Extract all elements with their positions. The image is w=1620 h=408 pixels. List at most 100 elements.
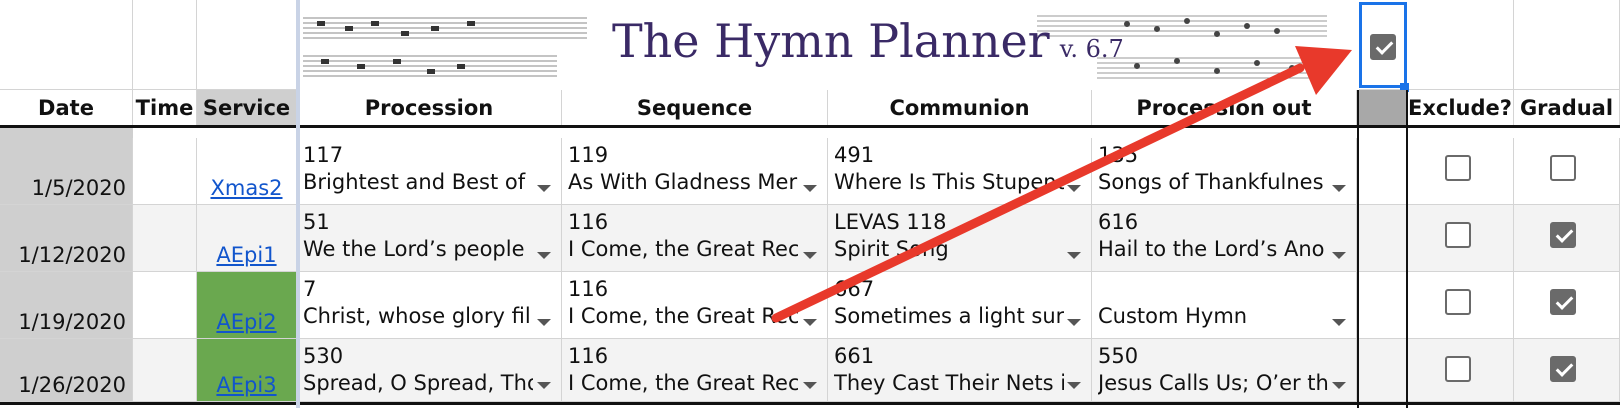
dropdown-caret-icon[interactable] — [537, 252, 551, 259]
exclude-checkbox[interactable] — [1445, 155, 1471, 181]
header-gradual[interactable]: Gradual — [1514, 90, 1620, 126]
hymn-dropdown-communion[interactable]: 667 Sometimes a light sur — [828, 272, 1092, 339]
header-date[interactable]: Date — [0, 90, 133, 126]
column-divider — [1406, 90, 1408, 408]
dropdown-caret-icon[interactable] — [1067, 319, 1081, 326]
hymn-dropdown-procession[interactable]: 51 We the Lord’s people — [297, 205, 562, 272]
dropdown-caret-icon[interactable] — [803, 382, 817, 389]
hymn-dropdown-procession-out[interactable]: 135 Songs of Thankfulnes — [1092, 138, 1357, 205]
header-communion[interactable]: Communion — [828, 90, 1092, 126]
hymn-dropdown-procession-out[interactable]: Custom Hymn — [1092, 272, 1357, 339]
hidden-columns-cell — [1357, 138, 1407, 205]
hymn-title: Spirit Song — [834, 237, 949, 261]
hymn-dropdown-communion[interactable]: 491 Where Is This Stupend — [828, 138, 1092, 205]
hymn-dropdown-sequence[interactable]: 116 I Come, the Great Rec — [562, 272, 828, 339]
hymn-number — [1098, 276, 1356, 302]
service-link[interactable]: AEpi2 — [216, 310, 276, 334]
date-cell[interactable]: 1/5/2020 — [0, 138, 133, 205]
empty-cell[interactable] — [133, 0, 197, 90]
hymn-dropdown-procession[interactable]: 117 Brightest and Best of — [297, 138, 562, 205]
sheet-music-left-image — [303, 17, 587, 77]
exclude-checkbox[interactable] — [1445, 356, 1471, 382]
exclude-checkbox[interactable] — [1445, 222, 1471, 248]
hymn-title: Spread, O Spread, Tho — [303, 371, 533, 395]
date-cell[interactable]: 1/26/2020 — [0, 339, 133, 402]
hymn-title: Where Is This Stupend — [834, 170, 1064, 194]
dropdown-caret-icon[interactable] — [803, 185, 817, 192]
hymn-dropdown-sequence[interactable]: 116 I Come, the Great Rec — [562, 339, 828, 402]
dropdown-caret-icon[interactable] — [1067, 185, 1081, 192]
dropdown-caret-icon[interactable] — [1067, 382, 1081, 389]
hymn-title: We the Lord’s people — [303, 237, 525, 261]
hymn-number: 135 — [1098, 143, 1139, 167]
header-procession[interactable]: Procession — [297, 90, 562, 126]
hymn-number: 491 — [834, 143, 875, 167]
hymn-number: 616 — [1098, 210, 1139, 234]
hymn-dropdown-communion[interactable]: LEVAS 118 Spirit Song — [828, 205, 1092, 272]
dropdown-caret-icon[interactable] — [1332, 382, 1346, 389]
header-exclude[interactable]: Exclude? — [1407, 90, 1514, 126]
time-cell[interactable] — [133, 138, 197, 205]
hymn-title: Songs of Thankfulnes — [1098, 170, 1324, 194]
dropdown-caret-icon[interactable] — [1332, 252, 1346, 259]
hymn-dropdown-communion[interactable]: 661 They Cast Their Nets i — [828, 339, 1092, 402]
date-cell[interactable]: 1/12/2020 — [0, 205, 133, 272]
service-link[interactable]: AEpi1 — [216, 243, 276, 267]
service-cell[interactable]: AEpi1 — [197, 205, 297, 272]
service-link[interactable]: Xmas2 — [210, 176, 282, 200]
hymn-title: I Come, the Great Rec — [568, 237, 798, 261]
hidden-columns-cell — [1357, 272, 1407, 339]
service-cell[interactable]: Xmas2 — [197, 138, 297, 205]
hymn-dropdown-procession-out[interactable]: 550 Jesus Calls Us; O’er th — [1092, 339, 1357, 402]
column-divider — [1357, 90, 1359, 408]
hymn-dropdown-sequence[interactable]: 116 I Come, the Great Rec — [562, 205, 828, 272]
header-sequence[interactable]: Sequence — [562, 90, 828, 126]
bottom-border — [0, 402, 1620, 405]
header-time[interactable]: Time — [133, 90, 197, 126]
hymn-number: 116 — [568, 344, 609, 368]
gradual-checkbox[interactable] — [1550, 155, 1576, 181]
time-cell[interactable] — [133, 339, 197, 402]
hymn-dropdown-sequence[interactable]: 119 As With Gladness Mer — [562, 138, 828, 205]
app-title: The Hymn Planner v. 6.7 — [612, 14, 1124, 68]
dropdown-caret-icon[interactable] — [1332, 319, 1346, 326]
dropdown-caret-icon[interactable] — [537, 185, 551, 192]
header-procession-out[interactable]: Procession out — [1092, 90, 1357, 126]
hymn-number: LEVAS 118 — [834, 210, 947, 234]
banner-checkbox[interactable] — [1370, 34, 1396, 60]
date-cell[interactable]: 1/19/2020 — [0, 272, 133, 339]
dropdown-caret-icon[interactable] — [803, 319, 817, 326]
header-service[interactable]: Service — [197, 90, 297, 126]
service-link[interactable]: AEpi3 — [216, 373, 276, 397]
hymn-title: Custom Hymn — [1098, 304, 1248, 328]
dropdown-caret-icon[interactable] — [1332, 185, 1346, 192]
date-spacer — [0, 128, 133, 138]
exclude-checkbox[interactable] — [1445, 289, 1471, 315]
service-cell[interactable]: AEpi2 — [197, 272, 297, 339]
dropdown-caret-icon[interactable] — [537, 382, 551, 389]
hymn-number: 530 — [303, 344, 344, 368]
empty-cell[interactable] — [0, 0, 133, 90]
time-cell[interactable] — [133, 272, 197, 339]
hymn-number: 667 — [834, 277, 875, 301]
hymn-dropdown-procession[interactable]: 530 Spread, O Spread, Tho — [297, 339, 562, 402]
hymn-title: I Come, the Great Rec — [568, 304, 798, 328]
time-cell[interactable] — [133, 205, 197, 272]
empty-cell[interactable] — [1514, 0, 1620, 90]
gradual-checkbox[interactable] — [1550, 356, 1576, 382]
gradual-checkbox[interactable] — [1550, 289, 1576, 315]
dropdown-caret-icon[interactable] — [803, 252, 817, 259]
service-cell[interactable]: AEpi3 — [197, 339, 297, 402]
hymn-number: 116 — [568, 277, 609, 301]
hymn-dropdown-procession-out[interactable]: 616 Hail to the Lord’s Ano — [1092, 205, 1357, 272]
dropdown-caret-icon[interactable] — [537, 319, 551, 326]
dropdown-caret-icon[interactable] — [1067, 252, 1081, 259]
hidden-columns-cell — [1357, 205, 1407, 272]
hymn-number: 7 — [303, 277, 317, 301]
hymn-dropdown-procession[interactable]: 7 Christ, whose glory fil — [297, 272, 562, 339]
empty-cell[interactable] — [197, 0, 297, 90]
app-version: v. 6.7 — [1059, 35, 1124, 63]
hymn-title: Christ, whose glory fil — [303, 304, 531, 328]
gradual-checkbox[interactable] — [1550, 222, 1576, 248]
hidden-columns-strip — [1357, 90, 1407, 126]
